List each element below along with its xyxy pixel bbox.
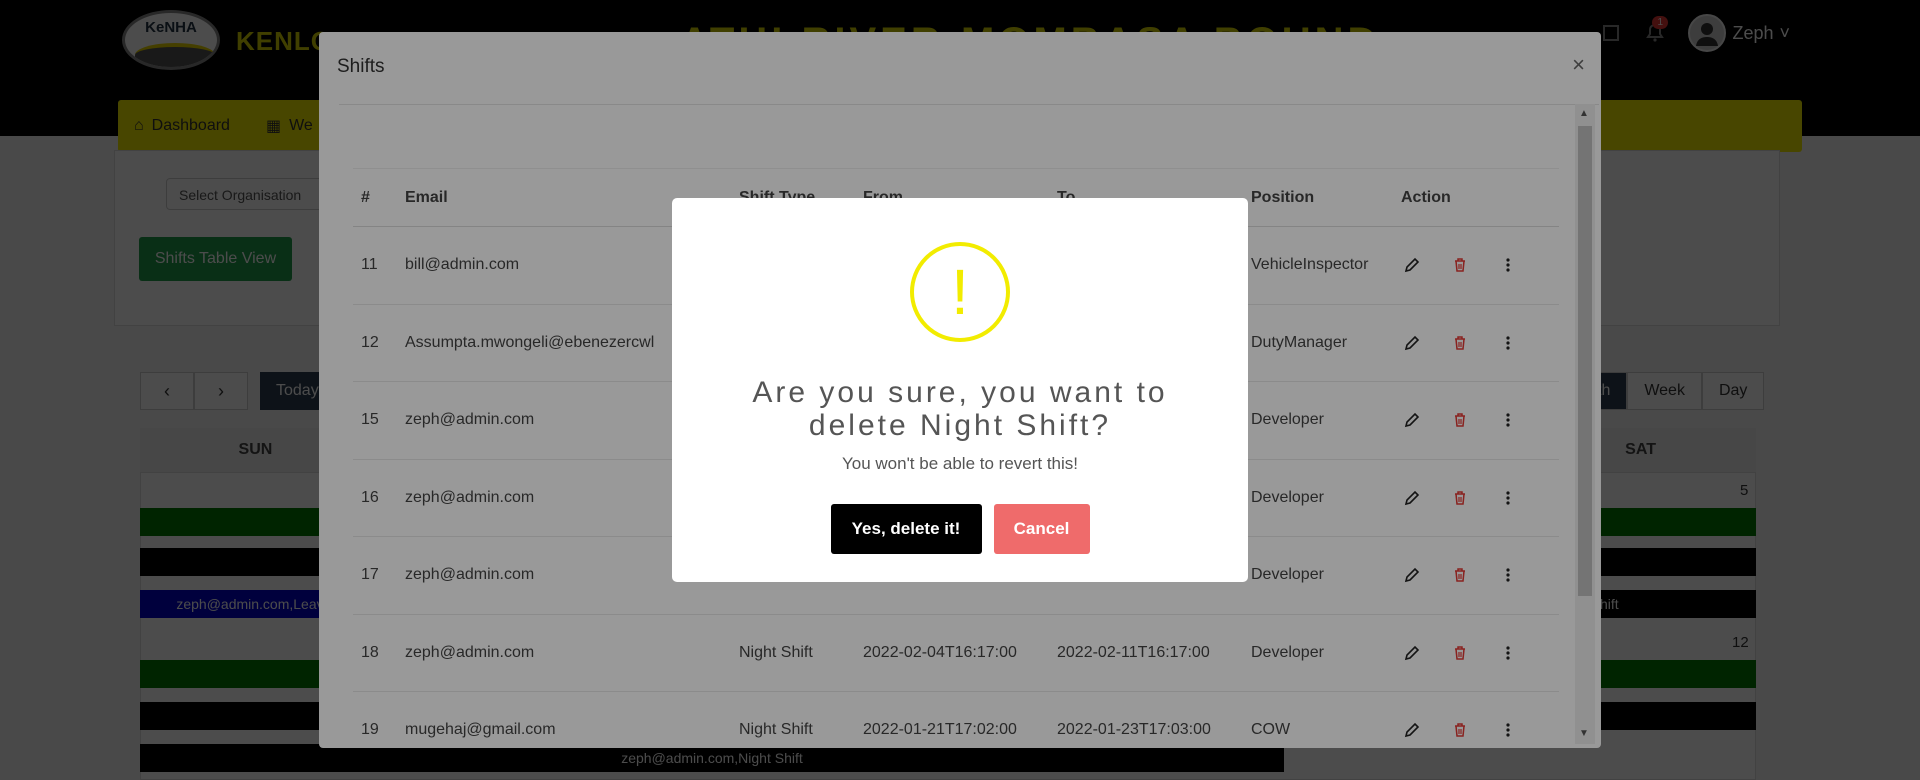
alert-text: You won't be able to revert this! — [841, 454, 1079, 473]
cancel-button[interactable]: Cancel — [993, 504, 1090, 554]
alert-title: Are you sure, you want to delete Night S… — [752, 376, 1168, 442]
delete-confirm-dialog: ! Are you sure, you want to delete Night… — [672, 198, 1248, 582]
confirm-delete-button[interactable]: Yes, delete it! — [830, 504, 982, 554]
warning-icon: ! — [910, 242, 1010, 342]
alert-actions: Yes, delete it! Cancel — [672, 504, 1248, 554]
